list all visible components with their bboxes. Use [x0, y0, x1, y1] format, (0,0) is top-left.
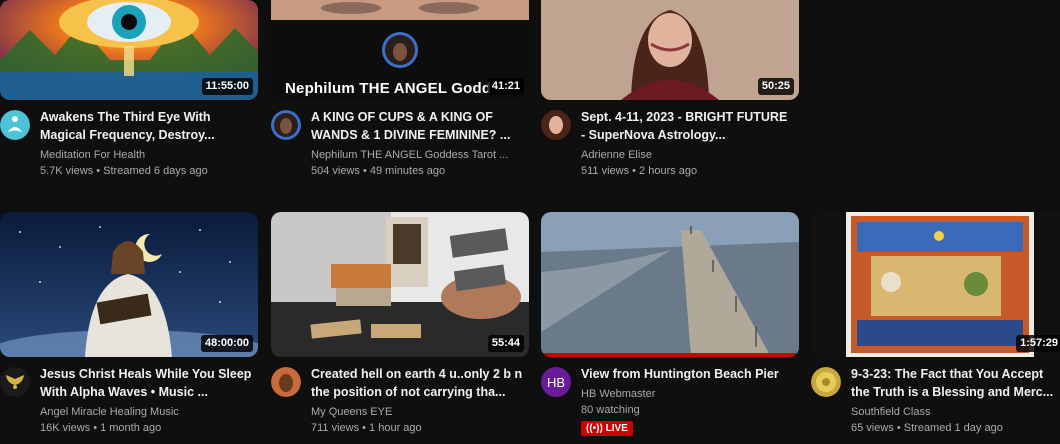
meditation-icon: [0, 110, 30, 140]
video-title[interactable]: A KING OF CUPS & A KING OF WANDS & 1 DIV…: [311, 108, 523, 144]
channel-avatar[interactable]: HB: [541, 367, 571, 397]
channel-name[interactable]: Southfield Class: [851, 406, 1054, 418]
video-metadata: 16K views • 1 month ago: [40, 422, 162, 434]
channel-name[interactable]: HB Webmaster: [581, 388, 793, 400]
video-title[interactable]: Awakens The Third Eye With Magical Frequ…: [40, 108, 252, 144]
video-title[interactable]: Sept. 4-11, 2023 - BRIGHT FUTURE - Super…: [581, 108, 793, 144]
channel-name[interactable]: My Queens EYE: [311, 406, 523, 418]
live-label: LIVE: [605, 423, 628, 434]
channel-avatar[interactable]: [271, 110, 301, 140]
video-duration: 48:00:00: [200, 335, 253, 352]
video-thumbnail[interactable]: 48:00:00: [0, 212, 258, 357]
video-metadata: 511 views • 2 hours ago: [581, 165, 698, 177]
video-metadata: 80 watching: [581, 404, 640, 416]
channel-name[interactable]: Meditation For Health: [40, 149, 252, 161]
video-title[interactable]: Created hell on earth 4 u..only 2 b n th…: [311, 365, 523, 401]
video-duration: 41:21: [487, 78, 524, 95]
channel-avatar[interactable]: [811, 367, 841, 397]
channel-name[interactable]: Nephilum THE ANGEL Goddess Tarot ...: [311, 149, 523, 161]
channel-name[interactable]: Adrienne Elise: [581, 149, 793, 161]
channel-avatar[interactable]: [541, 110, 571, 140]
video-title[interactable]: Jesus Christ Heals While You Sleep With …: [40, 365, 252, 401]
video-thumbnail[interactable]: 11:55:00: [0, 0, 258, 100]
channel-portrait-icon: [271, 367, 301, 397]
channel-avatar[interactable]: [0, 110, 30, 140]
video-title[interactable]: 9-3-23: The Fact that You Accept the Tru…: [851, 365, 1054, 401]
video-thumbnail[interactable]: 50:25: [541, 0, 799, 100]
angel-wings-icon: [0, 367, 30, 397]
video-thumbnail[interactable]: Nephilum THE ANGEL Godd 41:21: [271, 0, 529, 100]
channel-avatar[interactable]: [0, 367, 30, 397]
video-duration: 1:57:29: [1016, 335, 1060, 352]
channel-portrait-icon: [271, 110, 301, 140]
channel-portrait-icon: [541, 110, 571, 140]
live-broadcast-icon: ((•)): [586, 423, 606, 434]
video-duration: 55:44: [487, 335, 524, 352]
gold-emblem-icon: [811, 367, 841, 397]
video-duration: 50:25: [757, 78, 794, 95]
thumbnail-overlay-text: Nephilum THE ANGEL Godd: [285, 80, 492, 97]
video-title[interactable]: View from Huntington Beach Pier: [581, 365, 793, 383]
video-duration: 11:55:00: [201, 78, 253, 95]
video-metadata: 65 views • Streamed 1 day ago: [851, 422, 1003, 434]
video-thumbnail[interactable]: 55:44: [271, 212, 529, 357]
video-thumbnail[interactable]: [541, 212, 799, 357]
channel-name[interactable]: Angel Miracle Healing Music: [40, 406, 252, 418]
video-metadata: 5.7K views • Streamed 6 days ago: [40, 165, 208, 177]
avatar-initials: HB: [546, 374, 566, 390]
live-badge: ((•)) LIVE: [581, 421, 633, 436]
video-metadata: 504 views • 49 minutes ago: [311, 165, 446, 177]
video-metadata: 711 views • 1 hour ago: [311, 422, 422, 434]
video-thumbnail[interactable]: 1:57:29: [811, 212, 1060, 357]
channel-avatar[interactable]: [271, 367, 301, 397]
